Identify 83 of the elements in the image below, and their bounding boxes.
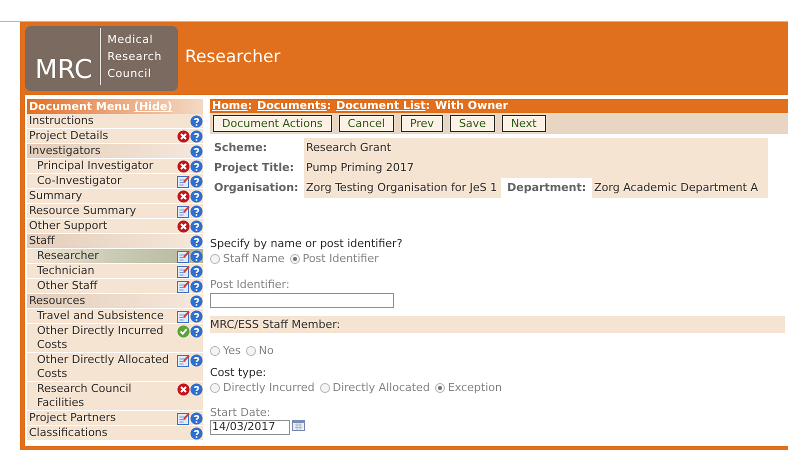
help-icon [190,354,203,367]
menu-item[interactable]: Travel and Subsistence [27,309,203,324]
menu-item[interactable]: Principal Investigator [27,159,203,174]
help-icon [190,235,203,248]
field-label: Department: [501,178,592,198]
help-icon [190,115,203,128]
help-icon [190,265,203,278]
menu-item[interactable]: Project Details [27,129,203,144]
date-field[interactable]: 14/03/2017 [210,420,290,435]
help-icon [190,205,203,218]
field-label: Cost type: [210,366,268,380]
help-icon [190,160,203,173]
field-label: Start Date: [210,405,272,420]
section-header: MRC/ESS Staff Member: [210,316,785,333]
menu-item[interactable]: Instructions [27,114,203,129]
logo-text: Council [107,66,152,82]
help-icon [190,310,203,323]
help-icon [190,383,203,396]
breadcrumb-separator: : [248,99,252,113]
menu-item[interactable]: Project Partners [27,411,203,426]
menu-item[interactable]: Technician [27,264,203,279]
menu-item[interactable]: Staff [27,234,203,249]
menu-item[interactable]: Summary [27,189,203,204]
help-icon [190,175,203,188]
field-value: Zorg Academic Department A [593,180,758,196]
menu-item[interactable]: Research Council Facilities [27,382,203,411]
field-label: Specify by name or post identifier? [210,237,404,251]
logo-text: Research [107,49,162,65]
option-label: No [258,344,274,358]
option-label: Directly Allocated [332,381,430,395]
logo-mark: MRC [35,57,92,85]
radio-button[interactable] [210,346,220,356]
help-icon [190,412,203,425]
field-label: Organisation: [210,178,304,198]
breadcrumb-separator: : [326,99,332,113]
help-icon [190,145,203,158]
menu-item[interactable]: Resources [27,294,203,309]
menu-title: Document Menu [29,99,130,114]
toolbar-button[interactable]: Save [450,115,495,132]
help-icon [190,325,203,338]
menu-item[interactable]: Resource Summary [27,204,203,219]
field-value: Pump Priming 2017 [305,160,414,176]
option-label: Post Identifier [302,252,379,266]
page-title: Researcher [185,46,280,69]
menu-item[interactable]: Other Directly Incurred Costs [27,324,203,353]
radio-button[interactable] [320,383,330,393]
help-icon [190,295,203,308]
help-icon [190,280,203,293]
menu-item[interactable]: Co-Investigator [27,174,203,189]
toolbar-button[interactable]: Next [502,115,546,132]
field-label: Post Identifier: [210,277,291,293]
logo-text: Medical [107,32,154,48]
calendar-icon[interactable] [292,420,305,431]
radio-button[interactable] [210,254,220,264]
help-icon [190,190,203,203]
toolbar-button[interactable]: Prev [400,115,443,132]
option-label: Yes [223,344,241,358]
breadcrumb-separator: : [426,99,430,113]
field-label: Project Title: [210,158,304,178]
field-value: Research Grant [305,140,392,156]
field-value: Zorg Testing Organisation for JeS 1 [305,180,498,196]
menu-item[interactable]: Investigators [27,144,203,159]
field-label: Scheme: [210,138,304,158]
radio-button[interactable] [434,383,445,393]
help-icon [190,427,203,440]
help-icon [190,130,203,143]
option-label: Directly Incurred [223,381,315,395]
option-label: Exception [448,381,502,395]
radio-button[interactable] [290,254,300,264]
menu-item[interactable]: Researcher [27,249,203,264]
breadcrumb-current: With Owner [434,99,508,113]
radio-button[interactable] [246,346,256,356]
toolbar-button[interactable]: Document Actions [213,115,332,132]
menu-item[interactable]: Classifications [27,426,203,441]
help-icon [190,220,203,233]
toolbar-button[interactable]: Cancel [338,115,394,132]
menu-item[interactable]: Other Staff [27,279,203,294]
menu-item[interactable]: Other Directly Allocated Costs [27,353,203,382]
help-icon [190,250,203,263]
radio-button[interactable] [210,383,220,393]
text-field[interactable] [210,293,394,308]
menu-item[interactable]: Other Support [27,219,203,234]
option-label: Staff Name [223,252,285,266]
